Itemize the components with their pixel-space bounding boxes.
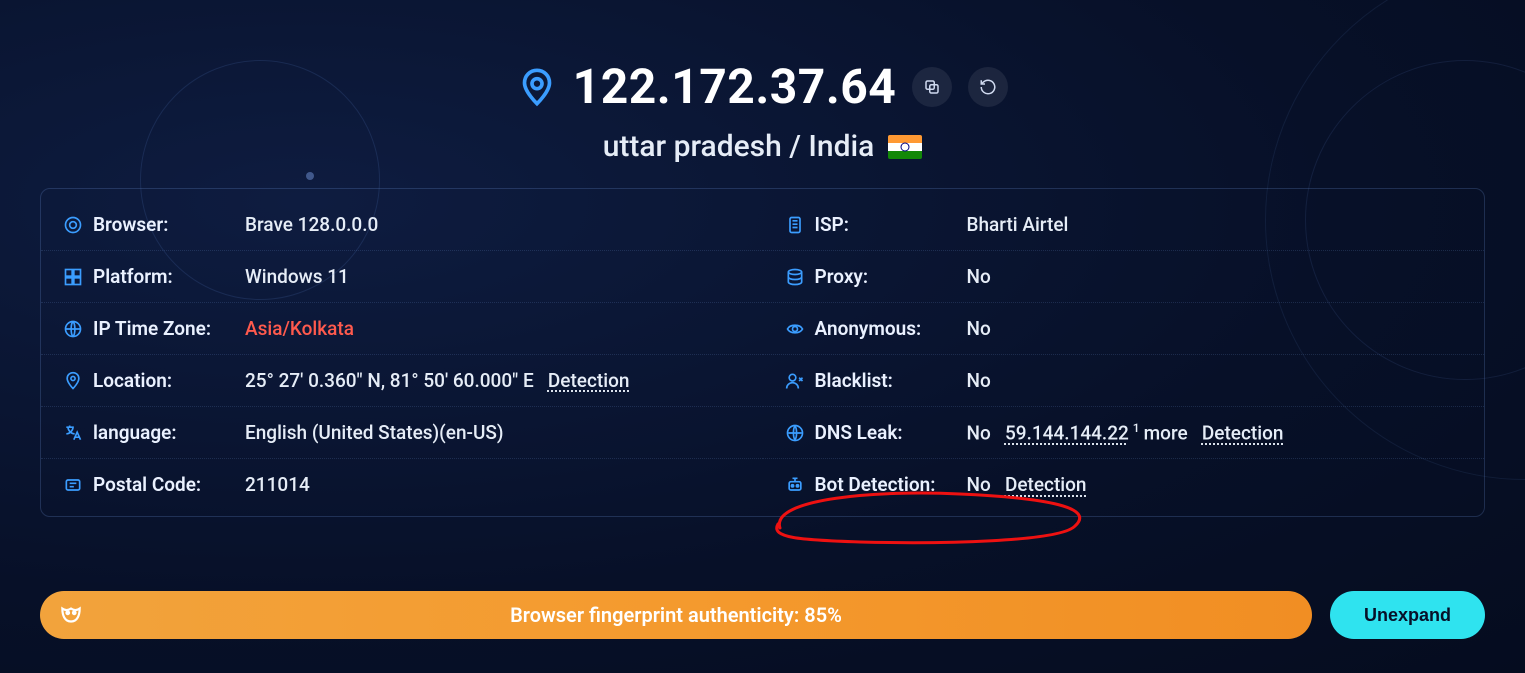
label-text: Blacklist: (815, 369, 893, 392)
value-language: English (United States)(en-US) (245, 421, 504, 444)
location-pin-icon (517, 67, 557, 107)
row-platform: Platform: Windows 11 (41, 251, 763, 303)
value-anonymous: No (967, 317, 991, 340)
row-anonymous: Anonymous: No (763, 303, 1485, 355)
language-icon (63, 423, 83, 443)
row-dnsleak: DNS Leak: No 59.144.144.22 1 more Detectio… (763, 407, 1485, 459)
bg-decoration (306, 172, 314, 180)
ip-address: 122.172.37.64 (573, 58, 897, 115)
dns-icon (785, 423, 805, 443)
label-text: Bot Detection: (815, 473, 936, 496)
bot-icon (785, 475, 805, 495)
value-postal: 211014 (245, 473, 310, 496)
value-bot: No Detection (967, 473, 1087, 496)
value-proxy: No (967, 265, 991, 288)
header: 122.172.37.64 uttar pradesh / India (0, 0, 1525, 164)
label-text: Location: (93, 369, 172, 392)
label-text: Postal Code: (93, 473, 201, 496)
fingerprint-text: Browser fingerprint authenticity: 85% (510, 603, 842, 627)
row-browser: Browser: Brave 128.0.0.0 (41, 199, 763, 251)
row-blacklist: Blacklist: No (763, 355, 1485, 407)
label-text: IP Time Zone: (93, 317, 211, 340)
info-column-left: Browser: Brave 128.0.0.0 Platform: Windo… (41, 199, 763, 510)
flag-india-icon (888, 135, 922, 159)
info-panel: Browser: Brave 128.0.0.0 Platform: Windo… (40, 188, 1485, 517)
unexpand-button[interactable]: Unexpand (1330, 591, 1485, 639)
location-coords: 25° 27' 0.360" N, 81° 50' 60.000" E (245, 369, 534, 392)
browser-icon (63, 215, 83, 235)
label-text: DNS Leak: (815, 421, 903, 444)
dnsleak-more-count: 1 (1133, 421, 1140, 435)
label-text: ISP: (815, 213, 849, 236)
value-dnsleak: No 59.144.144.22 1 more Detection (967, 421, 1284, 444)
refresh-button[interactable] (968, 67, 1008, 107)
dnsleak-no: No (967, 421, 991, 444)
location-text: uttar pradesh / India (603, 129, 875, 164)
value-browser: Brave 128.0.0.0 (245, 213, 378, 236)
row-proxy: Proxy: No (763, 251, 1485, 303)
row-postal: Postal Code: 211014 (41, 459, 763, 510)
globe-icon (63, 319, 83, 339)
row-location: Location: 25° 27' 0.360" N, 81° 50' 60.0… (41, 355, 763, 407)
row-bot: Bot Detection: No Detection (763, 459, 1485, 510)
ip-line: 122.172.37.64 (0, 58, 1525, 115)
postal-icon (63, 475, 83, 495)
location-line: uttar pradesh / India (0, 129, 1525, 164)
dnsleak-ip[interactable]: 59.144.144.22 (1005, 421, 1129, 444)
value-location: 25° 27' 0.360" N, 81° 50' 60.000" E Dete… (245, 369, 629, 392)
value-platform: Windows 11 (245, 265, 349, 288)
platform-icon (63, 267, 83, 287)
label-text: Proxy: (815, 265, 869, 288)
value-blacklist: No (967, 369, 991, 392)
dnsleak-more-text: more (1144, 421, 1188, 444)
label-text: language: (93, 421, 177, 444)
detection-link[interactable]: Detection (1202, 421, 1284, 444)
mask-icon (58, 602, 84, 628)
fingerprint-bar[interactable]: Browser fingerprint authenticity: 85% (40, 591, 1312, 639)
value-isp: Bharti Airtel (967, 213, 1069, 236)
row-language: language: English (United States)(en-US) (41, 407, 763, 459)
copy-button[interactable] (912, 67, 952, 107)
detection-link[interactable]: Detection (1005, 473, 1087, 496)
anonymous-icon (785, 319, 805, 339)
bot-no: No (967, 473, 991, 496)
row-timezone: IP Time Zone: Asia/Kolkata (41, 303, 763, 355)
label-text: Browser: (93, 213, 168, 236)
pin-icon (63, 371, 83, 391)
value-timezone: Asia/Kolkata (245, 317, 354, 340)
info-column-right: ISP: Bharti Airtel Proxy: No (763, 199, 1485, 510)
isp-icon (785, 215, 805, 235)
detection-link[interactable]: Detection (548, 369, 630, 392)
bottom-bar: Browser fingerprint authenticity: 85% Un… (40, 591, 1485, 639)
blacklist-icon (785, 371, 805, 391)
proxy-icon (785, 267, 805, 287)
label-text: Platform: (93, 265, 173, 288)
label-text: Anonymous: (815, 317, 922, 340)
row-isp: ISP: Bharti Airtel (763, 199, 1485, 251)
